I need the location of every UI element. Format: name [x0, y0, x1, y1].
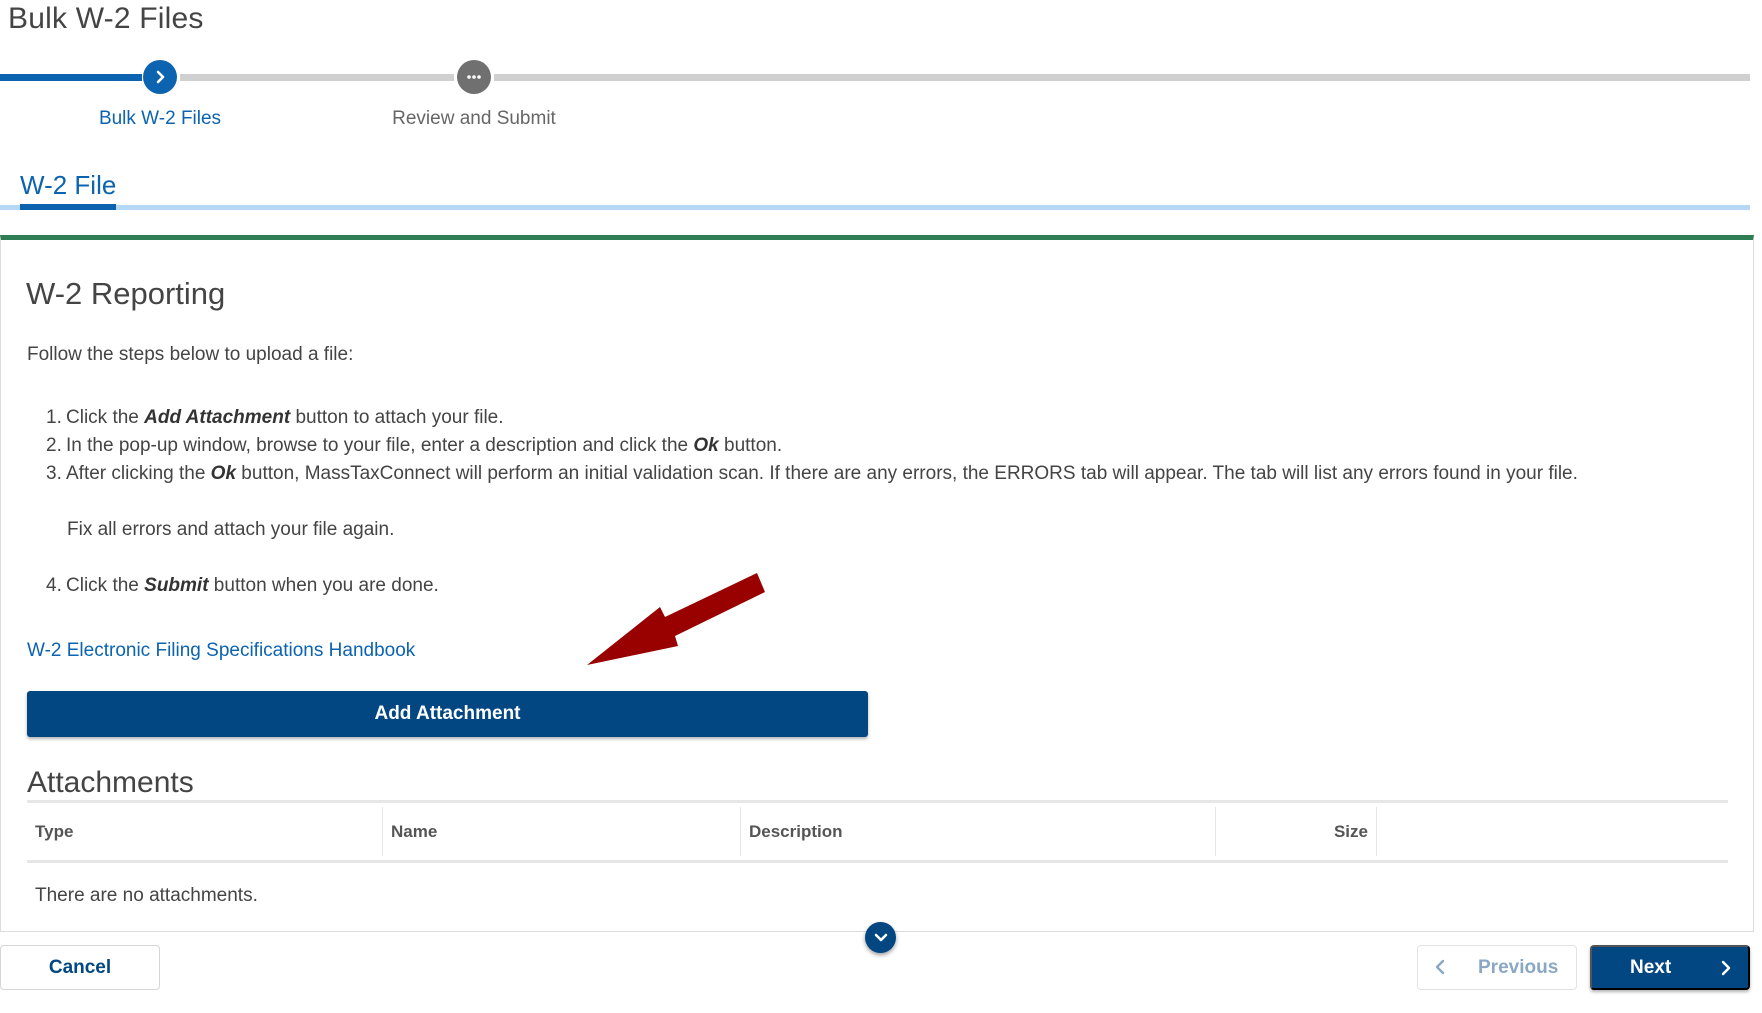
item-number: 2. [46, 435, 62, 456]
item-text: button when you are done. [208, 575, 439, 596]
item-text: In the pop-up window, browse to your fil… [66, 435, 694, 456]
column-header-size[interactable]: Size [1216, 807, 1377, 856]
stepper-track-complete [0, 74, 142, 81]
column-header-actions [1377, 807, 1728, 856]
scroll-down-button[interactable] [865, 922, 896, 953]
item-text: Click the [66, 575, 145, 596]
step-2-marker[interactable] [457, 60, 491, 94]
table-header: Type Name Description Size [27, 800, 1728, 863]
chevron-right-icon [156, 70, 165, 84]
empty-table-message: There are no attachments. [35, 885, 258, 906]
step-1-marker[interactable] [143, 60, 177, 94]
step-2-label[interactable]: Review and Submit [344, 108, 604, 130]
instruction-item: 4. Click the Submit button when you are d… [27, 572, 1578, 600]
stepper-track-pending [494, 74, 1750, 81]
next-button[interactable]: Next [1590, 945, 1750, 990]
instruction-item: 3. After clicking the Ok button, MassTaxC… [27, 460, 1578, 488]
chevron-left-icon [1435, 959, 1445, 975]
page-title: Bulk W-2 Files [8, 2, 204, 35]
instructions-list: 1. Click the Add Attachment button to att… [27, 404, 1578, 600]
tab-bar-track [0, 205, 1750, 210]
stepper-track-pending [180, 74, 454, 81]
intro-text: Follow the steps below to upload a file: [27, 344, 354, 365]
previous-button[interactable]: Previous [1417, 945, 1577, 990]
item-number: 3. [46, 463, 62, 484]
item-text: button. [718, 435, 783, 456]
attachments-title: Attachments [27, 766, 194, 799]
column-header-name[interactable]: Name [383, 807, 741, 856]
w2-reporting-panel: W-2 Reporting Follow the steps below to … [0, 235, 1754, 932]
item-emphasis: Ok [693, 435, 719, 456]
previous-button-label: Previous [1478, 956, 1559, 978]
item-text: button to attach your file. [290, 407, 504, 428]
item-text: button, MassTaxConnect will perform an i… [236, 463, 1578, 484]
chevron-right-icon [1721, 960, 1731, 976]
attachments-table: Type Name Description Size There are no … [27, 800, 1728, 907]
item-emphasis: Submit [144, 575, 209, 596]
instruction-item: 2. In the pop-up window, browse to your f… [27, 432, 1578, 460]
item-emphasis: Add Attachment [144, 407, 291, 428]
step-1-label[interactable]: Bulk W-2 Files [30, 108, 290, 130]
tab-active-indicator [20, 204, 116, 210]
item-number: 4. [46, 575, 62, 596]
chevron-down-icon [874, 933, 887, 941]
instruction-item: 1. Click the Add Attachment button to att… [27, 404, 1578, 432]
tab-w2-file[interactable]: W-2 File [20, 170, 116, 201]
item-emphasis: Ok [210, 463, 237, 484]
filing-specifications-link[interactable]: W-2 Electronic Filing Specifications Han… [27, 640, 415, 662]
ellipsis-icon [467, 75, 481, 79]
section-title: W-2 Reporting [26, 276, 226, 311]
cancel-button[interactable]: Cancel [0, 945, 160, 990]
instruction-note: Fix all errors and attach your file agai… [67, 519, 395, 540]
column-header-description[interactable]: Description [741, 807, 1216, 856]
next-button-label: Next [1630, 956, 1672, 978]
item-text: After clicking the [66, 463, 211, 484]
item-number: 1. [46, 407, 62, 428]
add-attachment-button[interactable]: Add Attachment [27, 691, 868, 737]
column-header-type[interactable]: Type [27, 807, 383, 856]
item-text: Click the [66, 407, 145, 428]
